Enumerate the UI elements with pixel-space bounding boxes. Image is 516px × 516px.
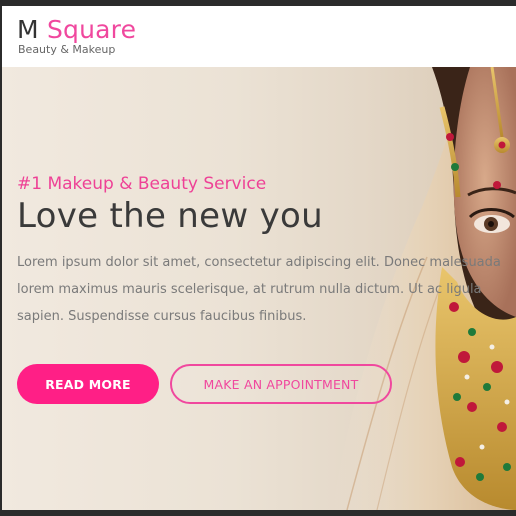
site-logo[interactable]: M Square	[17, 16, 136, 44]
browser-viewport: M Square Beauty & Makeup #1 Makeup & Bea…	[2, 6, 516, 510]
site-tagline: Beauty & Makeup	[18, 43, 116, 56]
logo-word: Square	[46, 15, 137, 44]
read-more-button[interactable]: READ MORE	[17, 364, 159, 404]
logo-letter: M	[17, 15, 39, 44]
hero-eyebrow: #1 Makeup & Beauty Service	[17, 174, 267, 194]
hero-description: Lorem ipsum dolor sit amet, consectetur …	[17, 255, 501, 324]
make-appointment-button[interactable]: MAKE AN APPOINTMENT	[170, 364, 392, 404]
site-header: M Square Beauty & Makeup	[2, 6, 516, 67]
hero-headline: Love the new you	[17, 196, 323, 236]
hero-banner: #1 Makeup & Beauty Service Love the new …	[2, 67, 516, 510]
